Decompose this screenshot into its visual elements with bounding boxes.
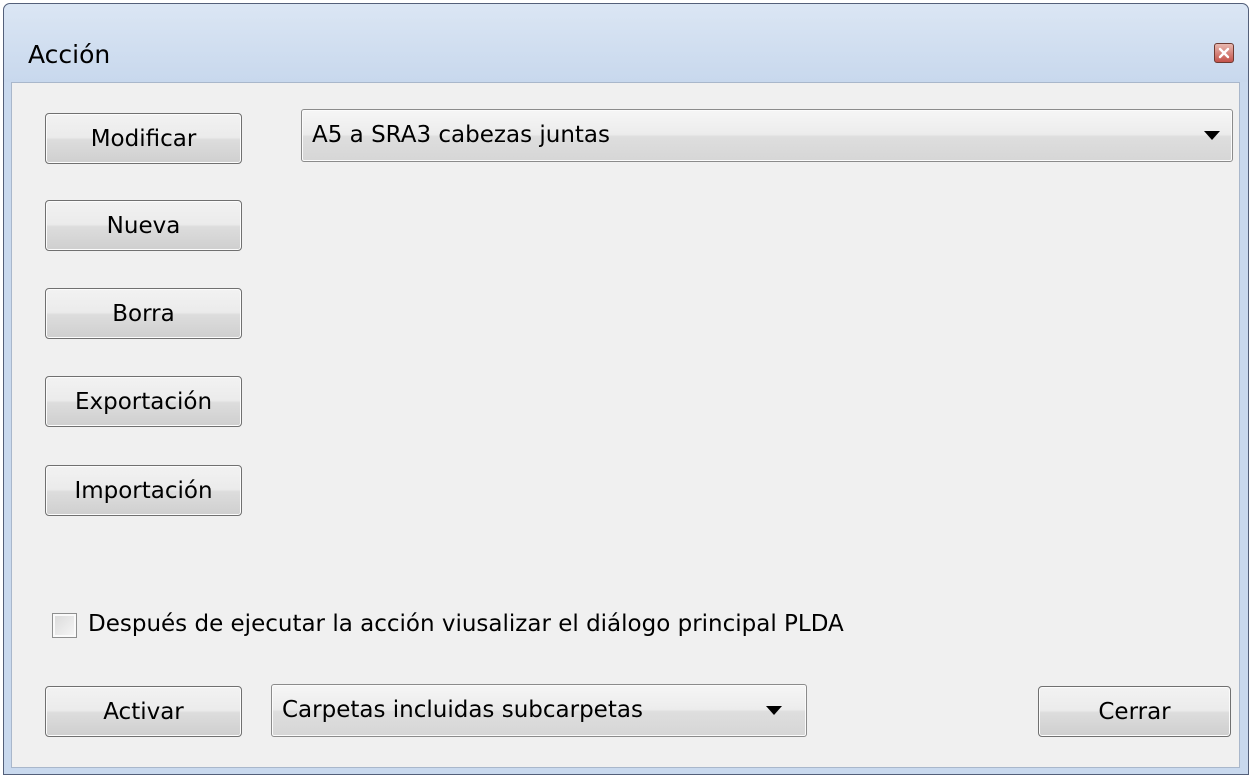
dialog-content: Modificar Nueva Borra Exportación Import… [11,82,1240,768]
import-button[interactable]: Importación [45,465,242,516]
show-main-dialog-label: Después de ejecutar la acción viusalizar… [88,611,844,637]
modify-button[interactable]: Modificar [45,113,242,164]
close-button[interactable]: Cerrar [1038,686,1231,737]
action-dialog: Acción Modificar Nueva Borra Exportación… [3,3,1249,775]
title-bar[interactable]: Acción [4,4,1248,82]
folder-scope-value: Carpetas incluidas subcarpetas [282,697,643,723]
dialog-title: Acción [28,40,111,69]
action-select-value: A5 a SRA3 cabezas juntas [312,122,611,148]
dropdown-arrow-icon [766,706,782,715]
show-main-dialog-checkbox[interactable] [52,613,77,638]
close-icon[interactable] [1214,43,1234,63]
folder-scope-select[interactable]: Carpetas incluidas subcarpetas [271,684,807,737]
delete-button[interactable]: Borra [45,288,242,339]
action-select[interactable]: A5 a SRA3 cabezas juntas [301,109,1233,162]
activate-button[interactable]: Activar [45,686,242,737]
dropdown-arrow-icon [1204,131,1220,140]
export-button[interactable]: Exportación [45,376,242,427]
new-button[interactable]: Nueva [45,200,242,251]
